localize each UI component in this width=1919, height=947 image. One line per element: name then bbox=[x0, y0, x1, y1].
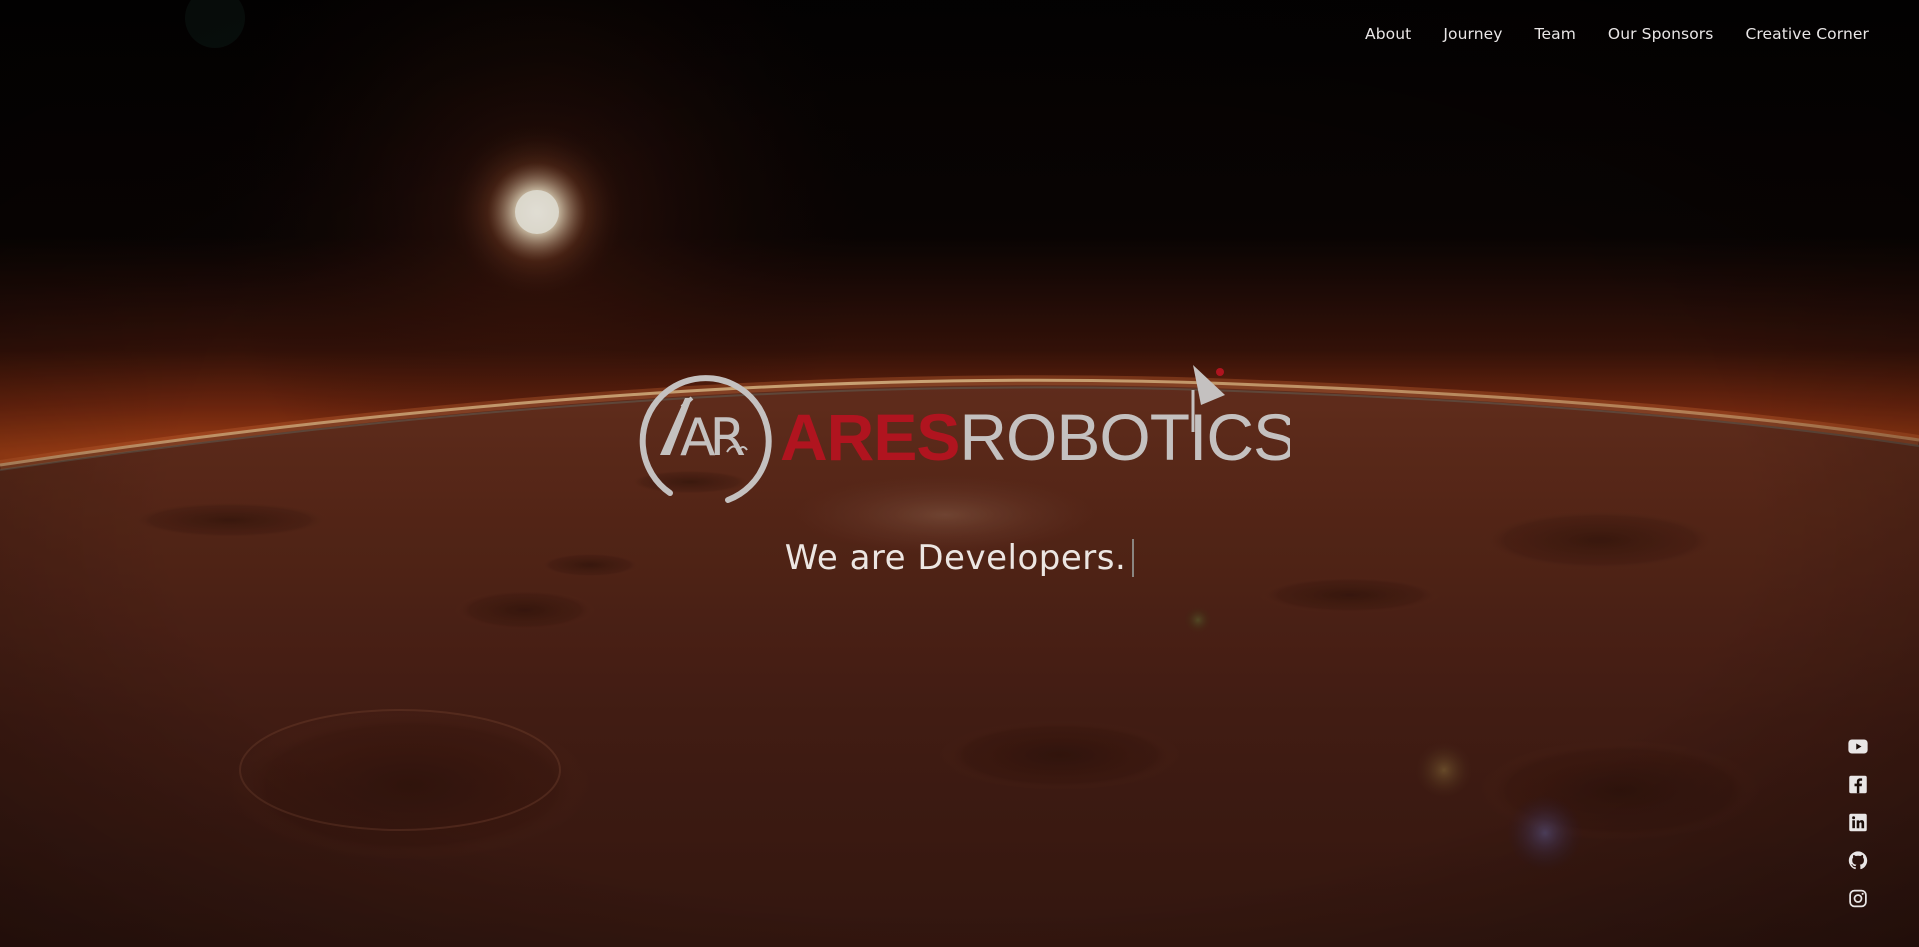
tagline-text: We are Developers. bbox=[784, 538, 1127, 578]
social-links bbox=[1847, 736, 1869, 909]
ares-robotics-logo: AR ARESROBOTICS bbox=[630, 360, 1297, 510]
logo-emblem: AR bbox=[639, 375, 772, 503]
nav-link-journey[interactable]: Journey bbox=[1443, 25, 1502, 43]
nav-link-creative-corner[interactable]: Creative Corner bbox=[1745, 25, 1869, 43]
typing-cursor bbox=[1132, 539, 1135, 577]
hero-section: About Journey Team Our Sponsors Creative… bbox=[0, 0, 1919, 947]
nav-link-about[interactable]: About bbox=[1365, 25, 1411, 43]
github-icon[interactable] bbox=[1847, 850, 1869, 871]
facebook-icon[interactable] bbox=[1847, 774, 1869, 795]
linkedin-icon[interactable] bbox=[1847, 812, 1869, 833]
logo-monogram: AR bbox=[680, 408, 745, 468]
nav-link-team[interactable]: Team bbox=[1535, 25, 1576, 43]
logo-word-ares: ARES bbox=[780, 400, 959, 474]
hero-tagline: We are Developers. bbox=[0, 538, 1919, 578]
youtube-icon[interactable] bbox=[1847, 736, 1869, 757]
svg-text:ARESROBOTICS: ARESROBOTICS bbox=[780, 400, 1290, 474]
instagram-icon[interactable] bbox=[1847, 888, 1869, 909]
nav-link-our-sponsors[interactable]: Our Sponsors bbox=[1608, 25, 1714, 43]
top-nav: About Journey Team Our Sponsors Creative… bbox=[1333, 25, 1869, 43]
logo-word-robotics: ROBOTICS bbox=[959, 400, 1290, 474]
